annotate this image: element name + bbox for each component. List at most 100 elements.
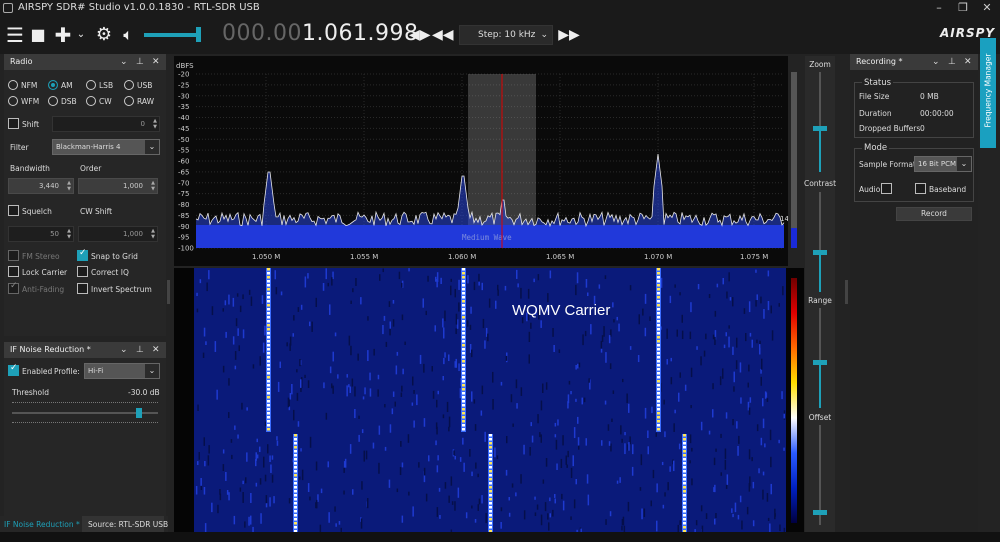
waterfall-noise xyxy=(354,386,356,397)
audio-checkbox[interactable] xyxy=(881,183,892,194)
waterfall-noise xyxy=(300,448,302,452)
waterfall-display[interactable]: WQMV Carrier xyxy=(174,268,804,540)
restore-icon[interactable]: ❐ xyxy=(954,0,972,16)
waterfall-noise xyxy=(578,362,581,368)
waterfall-noise xyxy=(315,461,318,471)
filter-select[interactable]: Blackman-Harris 4 ⌄ xyxy=(52,139,160,155)
mode-radio-nfm[interactable] xyxy=(8,80,18,90)
volume-icon[interactable]: 🔈︎ xyxy=(117,16,139,54)
bandwidth-value: 3,440 xyxy=(38,182,59,190)
spectrum-analyzer[interactable]: dBFS -20 -25 -30 -35 -40 -45 -50 -55 -60 -65 -70 -75… xyxy=(174,56,789,266)
freq-tick-label: 1.050 M xyxy=(252,253,280,261)
tune-left-right-icon[interactable]: ◀▶ xyxy=(409,16,431,54)
volume-slider-handle[interactable] xyxy=(196,27,201,42)
waterfall-noise xyxy=(292,333,294,337)
carrier-trace xyxy=(657,376,660,379)
waterfall-noise xyxy=(354,409,356,419)
app-icon xyxy=(3,3,13,13)
chevron-down-icon[interactable]: ⌄ xyxy=(74,16,88,54)
pin-icon[interactable]: ⊥ xyxy=(136,342,144,358)
stop-icon[interactable]: ■ xyxy=(29,16,47,54)
frequency-display[interactable]: 000.001.061.998 xyxy=(222,21,418,46)
ifnr-profile-select[interactable]: Hi-Fi ⌄ xyxy=(84,363,160,379)
chevron-down-icon[interactable]: ⌄ xyxy=(932,54,940,70)
mode-radio-usb[interactable] xyxy=(124,80,134,90)
waterfall-noise xyxy=(482,318,485,329)
mode-radio-dsb[interactable] xyxy=(48,96,58,106)
record-button[interactable]: Record xyxy=(896,207,972,221)
waterfall-noise xyxy=(512,423,514,427)
mode-radio-am[interactable] xyxy=(48,80,58,90)
close-icon[interactable]: ✕ xyxy=(964,54,972,70)
chevron-down-icon[interactable]: ⌄ xyxy=(120,342,128,358)
mode-radio-raw[interactable] xyxy=(124,96,134,106)
order-input[interactable]: 1,000 ▲ ▼ xyxy=(78,178,158,194)
range-slider-handle[interactable] xyxy=(813,360,827,365)
carrier-trace xyxy=(267,388,270,391)
waterfall-noise xyxy=(616,480,619,484)
fm-stereo-checkbox[interactable] xyxy=(8,250,19,261)
squelch-input[interactable]: 50 ▲ ▼ xyxy=(8,226,74,242)
lock-carrier-checkbox[interactable] xyxy=(8,266,19,277)
waterfall-noise xyxy=(690,302,692,313)
pin-icon[interactable]: ⊥ xyxy=(948,54,956,70)
step-select[interactable]: Step: 10 kHz ⌄ xyxy=(459,25,553,45)
shift-checkbox[interactable] xyxy=(8,118,19,129)
close-window-icon[interactable]: ✕ xyxy=(978,0,996,16)
sample-format-select[interactable]: 16 Bit PCM ⌄ xyxy=(914,156,972,172)
spinner-icon[interactable]: ▲ ▼ xyxy=(151,228,155,240)
chevron-down-icon[interactable]: ⌄ xyxy=(120,54,128,70)
close-icon[interactable]: ✕ xyxy=(152,54,160,70)
contrast-slider-handle[interactable] xyxy=(813,250,827,255)
left-splitter-handle[interactable] xyxy=(167,280,170,304)
close-icon[interactable]: ✕ xyxy=(152,342,160,358)
file-size-label: File Size xyxy=(859,92,890,101)
gear-icon[interactable]: ⚙ xyxy=(93,16,115,54)
waterfall-noise xyxy=(423,418,426,427)
carrier-trace xyxy=(657,324,660,327)
right-splitter-handle[interactable] xyxy=(845,280,848,304)
menu-icon[interactable]: ☰ xyxy=(4,16,26,54)
bandwidth-input[interactable]: 3,440 ▲ ▼ xyxy=(8,178,74,194)
tab-source[interactable]: Source: RTL-SDR USB xyxy=(88,520,168,529)
frequency-leading-digits: 000.00 xyxy=(222,21,302,46)
pin-icon[interactable]: ⊥ xyxy=(136,54,144,70)
add-icon[interactable]: ✚ xyxy=(53,16,73,54)
carrier-trace xyxy=(489,434,492,437)
spinner-icon[interactable]: ▲ ▼ xyxy=(151,180,155,192)
waterfall-noise xyxy=(225,472,227,481)
spinner-icon[interactable]: ▲ ▼ xyxy=(153,118,157,130)
waterfall-noise xyxy=(607,424,610,431)
waterfall-noise xyxy=(252,364,255,369)
correct-iq-checkbox[interactable] xyxy=(77,266,88,277)
anti-fading-checkbox[interactable]: ✓ xyxy=(8,281,19,294)
tab-if-noise-reduction[interactable]: IF Noise Reduction * xyxy=(4,520,80,529)
frequency-manager-tab[interactable]: Frequency Manager xyxy=(980,38,996,148)
baseband-checkbox[interactable] xyxy=(915,183,926,194)
carrier-trace xyxy=(489,454,492,457)
mode-radio-wfm[interactable] xyxy=(8,96,18,106)
waterfall-noise xyxy=(270,464,272,473)
rewind-icon[interactable]: ◀◀ xyxy=(432,16,454,54)
minimize-icon[interactable]: – xyxy=(930,0,948,16)
waterfall-noise xyxy=(389,424,392,433)
squelch-checkbox[interactable] xyxy=(8,205,19,216)
fast-forward-icon[interactable]: ▶▶ xyxy=(558,16,580,54)
ifnr-enabled-checkbox[interactable] xyxy=(8,363,19,376)
shift-input[interactable]: 0 ▲ ▼ xyxy=(52,116,160,132)
cw-shift-input[interactable]: 1,000 ▲ ▼ xyxy=(78,226,158,242)
offset-slider-handle[interactable] xyxy=(813,510,827,515)
waterfall-noise xyxy=(361,481,363,490)
zoom-slider-handle[interactable] xyxy=(813,126,827,131)
invert-spectrum-checkbox[interactable] xyxy=(77,283,88,294)
mode-radio-cw[interactable] xyxy=(86,96,96,106)
threshold-slider-handle[interactable] xyxy=(136,408,142,418)
waterfall-noise xyxy=(577,437,580,446)
waterfall-noise xyxy=(520,287,522,299)
spinner-icon[interactable]: ▲ ▼ xyxy=(67,180,71,192)
spinner-icon[interactable]: ▲ ▼ xyxy=(67,228,71,240)
snap-to-grid-checkbox[interactable] xyxy=(77,248,88,261)
mode-radio-lsb[interactable] xyxy=(86,80,96,90)
waterfall-noise xyxy=(748,364,750,372)
volume-slider[interactable] xyxy=(144,33,200,37)
